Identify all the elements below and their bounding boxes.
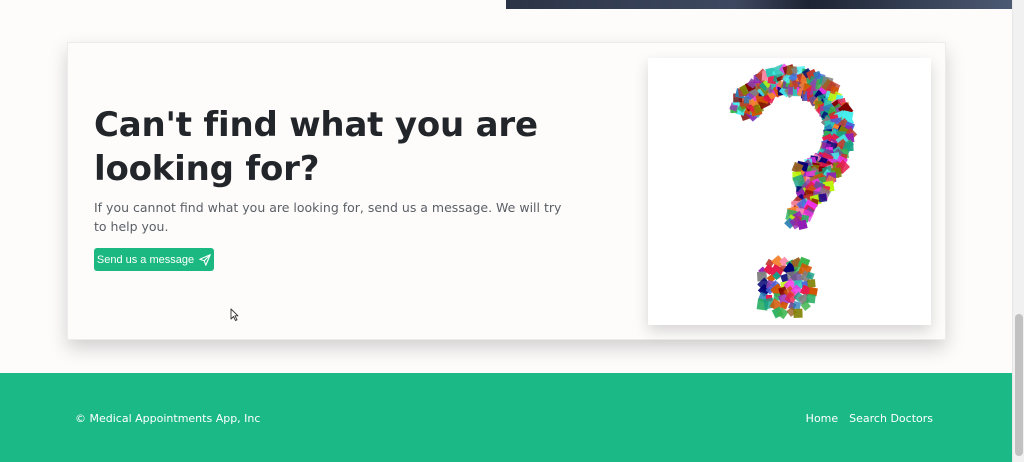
send-icon xyxy=(199,253,211,266)
help-card-title: Can't find what you are looking for? xyxy=(94,105,538,189)
mosaic-tile xyxy=(807,279,816,288)
hero-image-bottom-edge xyxy=(506,0,1012,9)
help-card: Can't find what you are looking for? If … xyxy=(67,42,946,340)
send-message-button-label: Send us a message xyxy=(96,253,195,266)
footer-link-search-doctors[interactable]: Search Doctors xyxy=(849,412,933,425)
mouse-cursor-icon xyxy=(230,306,239,325)
help-card-description: If you cannot find what you are looking … xyxy=(94,200,562,234)
page: Can't find what you are looking for? If … xyxy=(0,0,1024,462)
send-message-button[interactable]: Send us a message xyxy=(94,248,214,271)
site-footer: © Medical Appointments App, Inc Home Sea… xyxy=(0,373,1012,462)
mosaic-tile xyxy=(806,293,816,304)
vertical-scrollbar[interactable] xyxy=(1012,0,1024,462)
footer-copyright: © Medical Appointments App, Inc xyxy=(75,412,261,425)
question-mark-image xyxy=(648,58,931,325)
footer-nav: Home Search Doctors xyxy=(806,412,933,425)
scrollbar-thumb[interactable] xyxy=(1015,314,1023,456)
mosaic-tile xyxy=(818,193,828,203)
footer-link-home[interactable]: Home xyxy=(806,412,838,425)
mosaic-tile xyxy=(793,308,803,318)
